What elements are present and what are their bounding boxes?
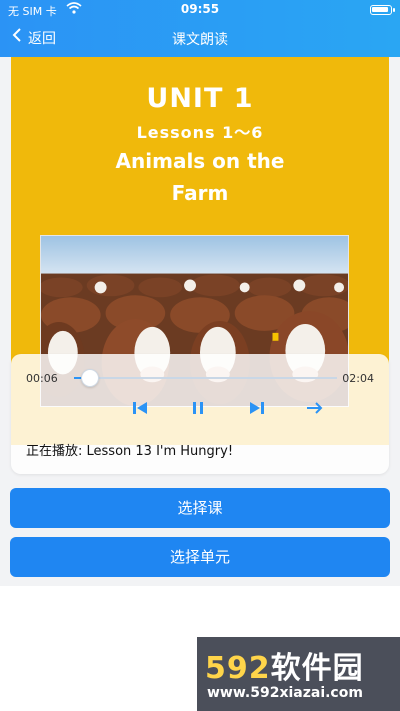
pause-button[interactable] bbox=[186, 396, 210, 420]
watermark-url: www.592xiazai.com bbox=[207, 685, 363, 701]
playback-controls bbox=[11, 396, 389, 420]
page-title: 课文朗读 bbox=[172, 32, 228, 48]
watermark-logo: 592软件园 www.592xiazai.com bbox=[197, 637, 400, 711]
nav-bar: 返回 课文朗读 bbox=[0, 24, 400, 54]
app-header: 无 SIM 卡 09:55 返回 课文朗读 bbox=[0, 0, 400, 57]
next-button[interactable] bbox=[245, 396, 269, 420]
skip-previous-icon bbox=[133, 402, 147, 414]
now-playing-label: 正在播放: Lesson 13 I'm Hungry! bbox=[26, 444, 234, 459]
progress-knob[interactable] bbox=[81, 369, 100, 387]
duration-time: 02:04 bbox=[342, 372, 374, 385]
watermark-brand-number: 592 bbox=[205, 651, 271, 686]
status-bar: 无 SIM 卡 09:55 bbox=[0, 0, 400, 20]
arrow-right-icon bbox=[307, 402, 323, 414]
current-time: 00:06 bbox=[26, 372, 58, 385]
watermark-brand: 592软件园 bbox=[205, 643, 364, 687]
select-lesson-button[interactable]: 选择课 bbox=[10, 488, 390, 528]
progress-slider[interactable] bbox=[74, 369, 337, 387]
pause-icon bbox=[193, 402, 203, 414]
skip-next-icon bbox=[250, 402, 264, 414]
play-mode-button[interactable] bbox=[303, 396, 327, 420]
lessons-range: Lessons 1～6 bbox=[136, 123, 264, 142]
watermark-brand-text: 软件园 bbox=[270, 651, 364, 686]
unit-title: UNIT 1 bbox=[146, 83, 254, 114]
battery-icon bbox=[370, 5, 395, 15]
audio-player: 00:06 02:04 正在播放: Lesson 13 I'm Hungry! bbox=[11, 354, 389, 474]
status-time: 09:55 bbox=[180, 2, 220, 16]
select-unit-button[interactable]: 选择单元 bbox=[10, 537, 390, 577]
unit-topic-line2: Farm bbox=[171, 181, 229, 205]
unit-topic-line1: Animals on the bbox=[115, 149, 285, 173]
previous-button[interactable] bbox=[128, 396, 152, 420]
